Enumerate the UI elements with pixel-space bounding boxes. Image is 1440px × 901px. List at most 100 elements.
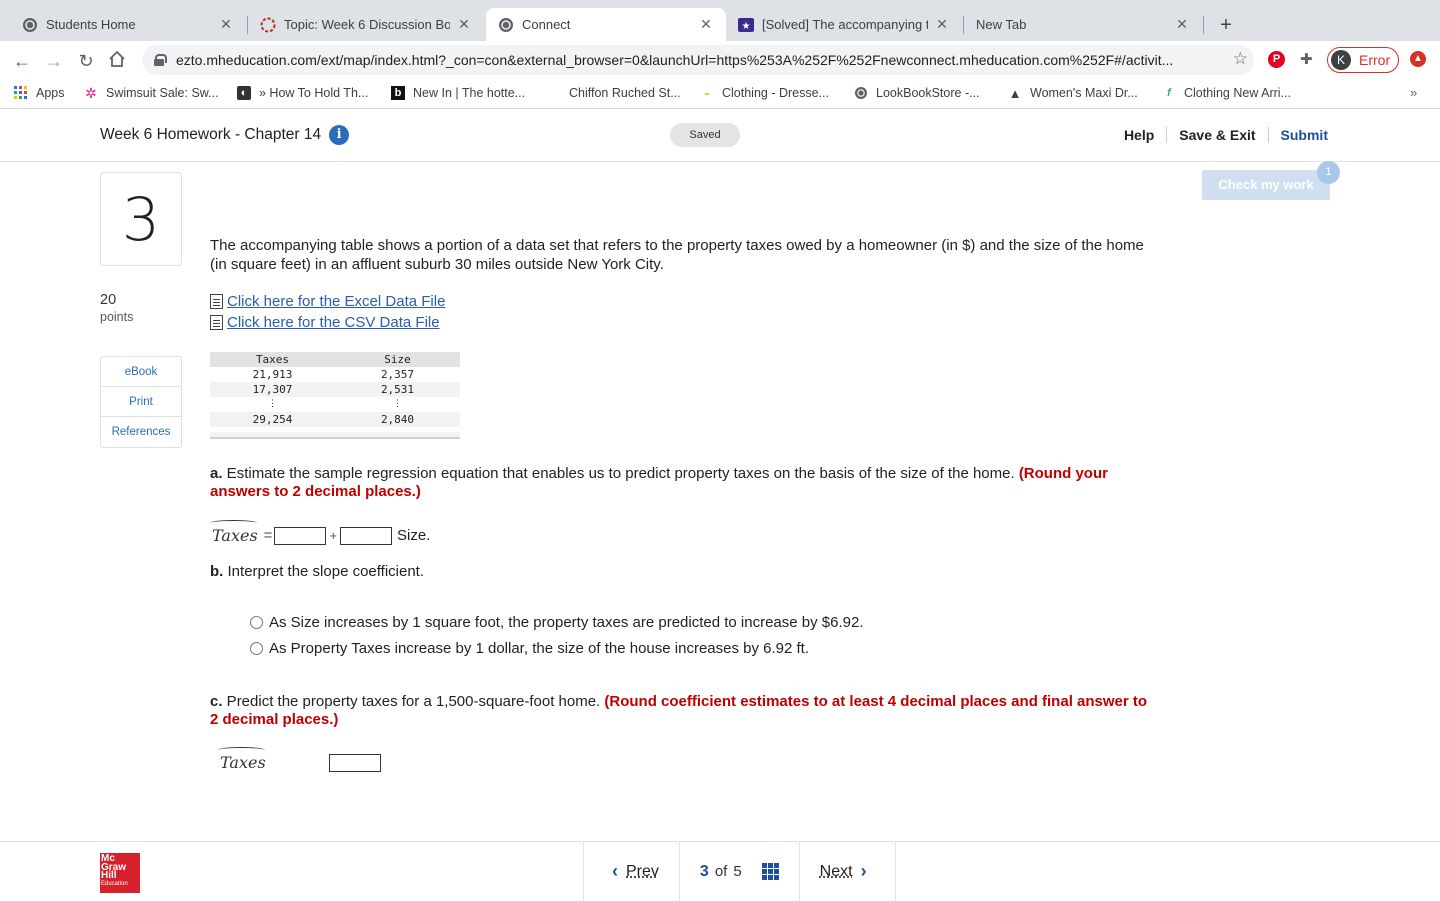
bookmark-label: Women's Maxi Dr... <box>1030 86 1138 100</box>
part-a-prompt: a. Estimate the sample regression equati… <box>210 465 1155 501</box>
bookmark-label: LookBookStore -... <box>876 86 980 100</box>
pinterest-icon[interactable]: P <box>1268 51 1285 68</box>
table-scrollbar[interactable] <box>210 432 460 439</box>
cloud-icon: ◒ <box>703 87 711 99</box>
equals-sign: = <box>263 527 273 544</box>
back-icon[interactable]: ← <box>11 50 33 72</box>
table-cell: ⋮ <box>268 399 277 409</box>
taxes-hat-text: Taxes <box>212 526 258 545</box>
part-b-option-2[interactable]: As Property Taxes increase by 1 dollar, … <box>250 640 809 657</box>
bookmark-clothing-new[interactable]: f Clothing New Arri... <box>1162 86 1291 100</box>
resources-panel: eBook Print References <box>100 356 182 448</box>
help-link[interactable]: Help <box>1112 127 1166 143</box>
close-icon[interactable]: ✕ <box>934 16 950 33</box>
table-cell: 2,840 <box>380 413 415 426</box>
taxes-hat-variable: Taxes <box>218 746 266 772</box>
print-link[interactable]: Print <box>101 387 181 417</box>
star-badge-icon: ★ <box>738 17 754 33</box>
close-icon[interactable]: ✕ <box>456 16 472 33</box>
part-b-label: b. <box>210 563 224 580</box>
bookmark-womens-maxi[interactable]: ▲ Women's Maxi Dr... <box>1008 86 1138 101</box>
tab-connect[interactable]: Connect ✕ <box>486 8 726 41</box>
tab-label: Connect <box>522 17 571 32</box>
bookmarks-bar: Apps ✲ Swimsuit Sale: Sw... ◐ » How To H… <box>0 79 1440 109</box>
bookmark-label: Clothing New Arri... <box>1184 86 1291 100</box>
grid-icon[interactable] <box>761 863 779 880</box>
close-icon[interactable]: ✕ <box>1174 16 1190 33</box>
tab-solved[interactable]: ★ [Solved] The accompanying ta ✕ <box>726 8 962 41</box>
column-header: Taxes <box>255 353 290 366</box>
bookmark-label: New In | The hotte... <box>413 86 526 100</box>
browser-toolbar: ← → ↻ ezto.mheducation.com/ext/map/index… <box>0 41 1440 79</box>
bookmark-label: Clothing - Dresse... <box>722 86 829 100</box>
flower-icon: ✲ <box>85 84 97 101</box>
radio-button[interactable] <box>250 642 263 655</box>
page-indicator[interactable]: 3 of 5 <box>678 842 799 901</box>
tab-new-tab[interactable]: New Tab ✕ <box>964 8 1202 41</box>
references-link[interactable]: References <box>101 417 181 447</box>
column-header: Size <box>384 353 411 366</box>
bookmark-clothing-dresses[interactable]: ◒ Clothing - Dresse... <box>700 86 829 100</box>
tab-label: Topic: Week 6 Discussion Boar <box>284 17 450 32</box>
info-icon[interactable]: i <box>329 125 350 145</box>
table-cell: 29,254 <box>252 413 293 426</box>
browser-tab-strip: Students Home ✕ Topic: Week 6 Discussion… <box>0 0 1440 41</box>
hat-mark <box>210 520 258 526</box>
csv-data-link[interactable]: Click here for the CSV Data File <box>210 314 440 331</box>
address-bar[interactable]: ezto.mheducation.com/ext/map/index.html?… <box>142 45 1254 75</box>
file-icon <box>210 294 223 309</box>
extensions-icon[interactable]: ✚ <box>1300 50 1313 68</box>
prev-button[interactable]: ‹ Prev <box>583 842 679 901</box>
footer-navigation: Mc Graw Hill Education ‹ Prev 3 of 5 Nex… <box>0 841 1440 901</box>
globe-icon <box>498 17 514 33</box>
submit-link[interactable]: Submit <box>1269 127 1328 143</box>
bookmark-chiffon[interactable]: Chiffon Ruched St... <box>569 86 681 100</box>
table-cell: ⋮ <box>393 399 402 409</box>
intercept-input[interactable] <box>274 526 327 545</box>
save-exit-link[interactable]: Save & Exit <box>1167 127 1267 143</box>
page-title: Week 6 Homework - Chapter 14 i <box>100 125 350 145</box>
reload-icon[interactable]: ↻ <box>75 50 97 72</box>
f-letter-icon: f <box>1167 87 1171 99</box>
next-button[interactable]: Next › <box>798 842 896 901</box>
current-page: 3 <box>699 862 709 880</box>
tab-discussion-board[interactable]: Topic: Week 6 Discussion Boar ✕ <box>248 8 484 41</box>
close-icon[interactable]: ✕ <box>218 16 234 33</box>
bookmark-star-icon[interactable]: ☆ <box>1233 49 1248 69</box>
table-cell: 2,357 <box>380 368 415 381</box>
points-display: 20 points <box>100 292 133 324</box>
prediction-input[interactable] <box>328 754 381 772</box>
taxes-hat-variable: Taxes <box>210 520 258 545</box>
tab-label: Students Home <box>46 17 136 32</box>
bookmark-apps[interactable]: Apps <box>14 86 65 100</box>
tab-students-home[interactable]: Students Home ✕ <box>10 8 246 41</box>
bookmark-label: » How To Hold Th... <box>259 86 369 100</box>
profile-status: Error <box>1359 52 1391 68</box>
table-row: 17,307 2,531 <box>210 382 460 397</box>
bookmark-new-in[interactable]: b New In | The hotte... <box>391 86 525 100</box>
chevron-left-icon: ‹ <box>612 861 618 881</box>
svg-text:★: ★ <box>742 21 751 32</box>
more-bookmarks-icon[interactable]: » <box>1410 85 1417 100</box>
option-label: As Size increases by 1 square foot, the … <box>269 614 864 631</box>
size-label: Size. <box>397 527 431 544</box>
update-icon[interactable]: ▲ <box>1410 51 1426 67</box>
profile-error-button[interactable]: K Error <box>1327 47 1399 73</box>
forward-icon[interactable]: → <box>43 50 65 72</box>
slope-input[interactable] <box>340 526 393 545</box>
radio-button[interactable] <box>250 616 263 629</box>
new-tab-icon[interactable]: + <box>1214 13 1238 37</box>
apps-grid-icon <box>14 86 28 100</box>
prev-label: Prev <box>626 862 659 880</box>
url-text: ezto.mheducation.com/ext/map/index.html?… <box>176 52 1174 68</box>
bookmark-swimsuit[interactable]: ✲ Swimsuit Sale: Sw... <box>84 84 218 101</box>
check-my-work-button[interactable]: Check my work <box>1202 170 1330 200</box>
bookmark-lookbookstore[interactable]: LookBookStore -... <box>854 86 980 100</box>
excel-link-text: Click here for the Excel Data File <box>227 293 446 310</box>
part-b-option-1[interactable]: As Size increases by 1 square foot, the … <box>250 614 864 631</box>
excel-data-link[interactable]: Click here for the Excel Data File <box>210 293 445 310</box>
ebook-link[interactable]: eBook <box>101 357 181 387</box>
home-icon[interactable] <box>106 50 128 72</box>
bookmark-how-to-hold[interactable]: ◐ » How To Hold Th... <box>237 86 368 100</box>
close-icon[interactable]: ✕ <box>698 16 714 33</box>
